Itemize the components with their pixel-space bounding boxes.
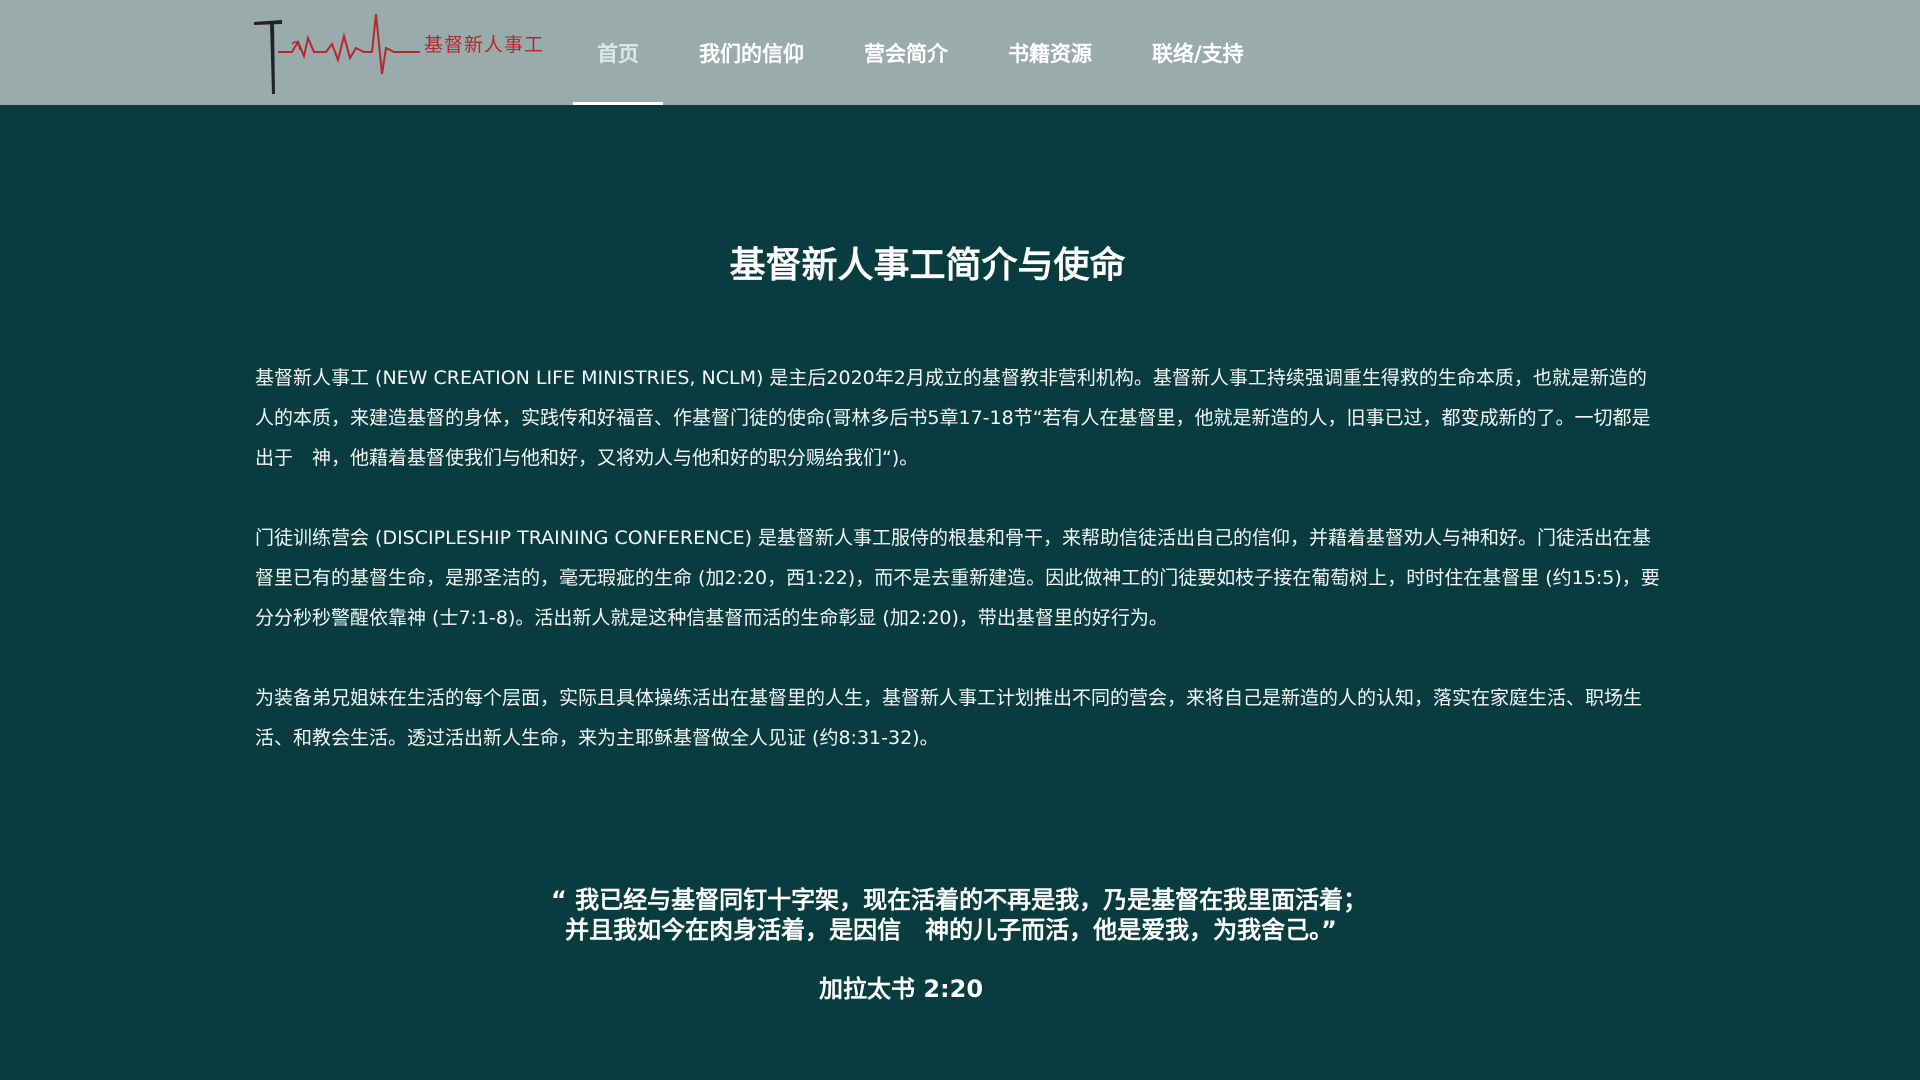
intro-paragraph: 基督新人事工 (NEW CREATION LIFE MINISTRIES, NC… [255, 367, 1651, 469]
discipleship-paragraph: 门徒训练营会 (DISCIPLESHIP TRAINING CONFERENCE… [255, 527, 1660, 629]
quote-line-2: 并且我如今在肉身活着，是因信 神的儿子而活，他是爱我，为我舍己。” [565, 916, 1337, 944]
scripture-reference: 加拉太书 2:20 [818, 975, 984, 1003]
main-nav: 首页 我们的信仰 营会简介 书籍资源 联络/支持 [573, 0, 1280, 105]
site-logo[interactable]: 基督新人事工 [252, 8, 544, 96]
mission-paragraph: 为装备弟兄姐妹在生活的每个层面，实际且具体操练活出在基督里的人生，基督新人事工计… [255, 687, 1643, 749]
logo-text: 基督新人事工 [424, 34, 545, 56]
site-header: 基督新人事工 首页 我们的信仰 营会简介 书籍资源 联络/支持 [0, 0, 1920, 105]
nav-camp-intro[interactable]: 营会简介 [840, 0, 972, 105]
page-title: 基督新人事工简介与使命 [729, 245, 1126, 286]
nav-contact-support[interactable]: 联络/支持 [1128, 0, 1268, 105]
scripture-quote: “ 我已经与基督同钉十字架，现在活着的不再是我，乃是基督在我里面活着； 并且我如… [551, 885, 1368, 945]
nav-our-faith[interactable]: 我们的信仰 [675, 0, 828, 105]
nav-book-resources[interactable]: 书籍资源 [984, 0, 1116, 105]
nav-home[interactable]: 首页 [573, 0, 663, 105]
quote-line-1: “ 我已经与基督同钉十字架，现在活着的不再是我，乃是基督在我里面活着； [551, 886, 1368, 914]
